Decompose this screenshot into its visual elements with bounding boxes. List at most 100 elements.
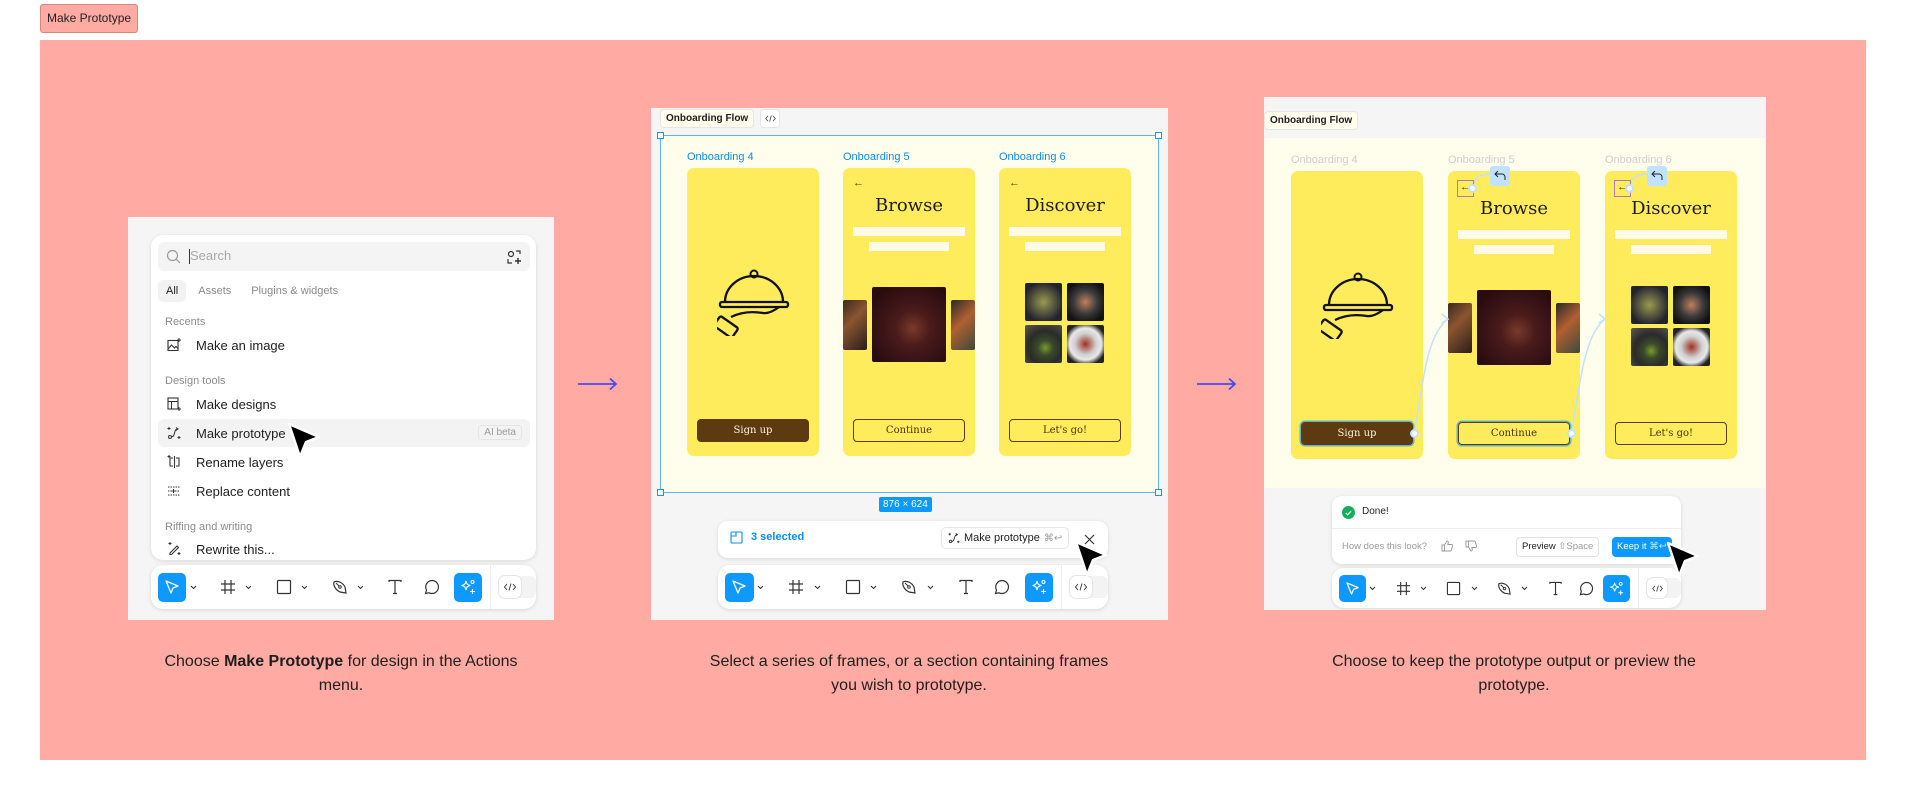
connection-node[interactable] [1567,429,1576,438]
chevron-down-icon[interactable] [754,585,768,590]
image-sparkle-icon [164,335,184,355]
menu-item-rename-layers[interactable]: Rename layers [158,448,530,476]
frame-label[interactable]: Onboarding 5 [843,151,910,163]
layout-sparkle-icon [164,394,184,414]
frame-tool-button[interactable] [214,573,242,602]
comment-tool-button[interactable] [1573,575,1600,602]
chevron-down-icon[interactable] [923,585,937,590]
resize-handle-br[interactable] [1155,489,1162,496]
comment-tool-button[interactable] [417,573,445,602]
resize-handle-tr[interactable] [1155,132,1162,139]
frame-label[interactable]: Onboarding 6 [999,151,1066,163]
shape-tool-button[interactable] [270,573,298,602]
section-riffing-writing: Riffing and writing [165,521,253,533]
sparkle-icon [461,580,475,594]
chevron-down-icon[interactable] [810,585,824,590]
dimensions-badge: 876 × 624 [879,497,932,512]
tab-all[interactable]: All [158,280,187,302]
actions-tool-button[interactable] [1024,572,1054,602]
chevron-down-icon[interactable] [1366,586,1380,591]
frame-onboarding-5[interactable]: ← Browse Continue [843,168,975,456]
frame-onboarding-6[interactable]: ← Discover Let's go! [999,168,1131,456]
chevron-down-icon[interactable] [867,585,881,590]
menu-item-replace-content[interactable]: Replace content [158,477,530,505]
back-interaction-badge[interactable] [1647,166,1667,186]
ai-beta-badge: AI beta [478,425,522,440]
thumbs-up-icon[interactable] [1441,540,1453,552]
keep-it-button[interactable]: Keep it ⌘↩ [1612,537,1672,557]
resize-handle-tl[interactable] [657,132,664,139]
frame-onboarding-4[interactable]: Sign up [687,168,819,456]
dev-code-chip[interactable] [760,109,780,128]
pen-tool-button[interactable] [325,573,353,602]
search-input[interactable]: Search [158,242,530,271]
connection-node[interactable] [1410,429,1419,438]
check-circle-icon [1342,506,1355,519]
menu-item-make-image[interactable]: Make an image [158,331,530,359]
pencil-sparkle-icon [164,539,184,559]
back-arrow-icon[interactable]: ← [1009,177,1020,189]
frame-tool-button[interactable] [1390,575,1417,602]
signup-button[interactable]: Sign up [697,419,809,442]
make-prototype-button[interactable]: Make prototype ⌘↩ [941,527,1070,549]
hash-frame-icon [220,580,235,594]
menu-item-label: Make designs [196,396,277,412]
step3-result-panel: Onboarding Flow Onboarding 4 Onboarding … [1264,97,1766,610]
frame-label[interactable]: Onboarding 4 [687,151,754,163]
text-tool-button[interactable] [951,573,980,602]
chevron-down-icon[interactable] [186,585,200,590]
menu-item-rewrite[interactable]: Rewrite this... [158,535,530,560]
move-tool-button[interactable] [1339,574,1366,602]
food-photo [1067,325,1104,363]
hash-frame-icon [788,580,803,594]
actions-tool-button[interactable] [1603,574,1631,602]
comment-tool-button[interactable] [988,573,1017,602]
back-arrow-icon[interactable]: ← [853,177,864,189]
pen-tool-button[interactable] [1491,575,1518,602]
chevron-down-icon[interactable] [1518,586,1532,591]
section-label[interactable]: Onboarding Flow [660,109,755,128]
feedback-question: How does this look? [1342,541,1428,552]
actions-tool-button[interactable] [453,572,482,602]
bottom-toolbar [718,565,1109,609]
chevron-down-icon[interactable] [298,585,312,590]
connection-node[interactable] [1625,184,1634,193]
chevron-down-icon[interactable] [1417,586,1431,591]
menu-item-label: Rewrite this... [196,541,275,557]
pen-nib-icon [332,580,347,594]
frame-tool-button[interactable] [782,573,811,602]
dev-mode-toggle[interactable] [1647,578,1682,598]
move-tool-button[interactable] [158,572,187,602]
chevron-down-icon[interactable] [242,585,256,590]
menu-item-label: Replace content [196,483,290,499]
food-photo [843,300,867,350]
preview-button[interactable]: Preview ⇧Space [1516,537,1600,557]
chevron-down-icon[interactable] [354,585,368,590]
make-prototype-tag[interactable]: Make Prototype [40,4,139,33]
connection-node[interactable] [1468,184,1477,193]
menu-item-make-designs[interactable]: Make designs [158,390,530,418]
tab-assets[interactable]: Assets [190,280,239,302]
resize-handle-bl[interactable] [657,489,664,496]
thumbs-down-icon[interactable] [1465,540,1477,552]
rectangle-icon [276,579,291,595]
food-photo-main [872,287,946,362]
shape-tool-button[interactable] [838,573,867,602]
search-icon [166,249,181,264]
pen-tool-button[interactable] [895,573,924,602]
back-interaction-badge[interactable] [1490,166,1510,186]
chevron-down-icon[interactable] [1467,586,1481,591]
menu-item-make-prototype[interactable]: Make prototype AI beta [158,419,530,447]
shape-tool-button[interactable] [1440,575,1467,602]
text-tool-button[interactable] [381,573,409,602]
dev-mode-toggle[interactable] [498,576,536,598]
lets-go-button[interactable]: Let's go! [1009,419,1121,442]
move-tool-button[interactable] [725,572,754,602]
food-photo [1025,283,1062,321]
text-tool-button[interactable] [1542,575,1569,602]
connection-noodle [1413,318,1449,434]
visual-search-icon[interactable] [506,249,522,265]
tab-plugins-widgets[interactable]: Plugins & widgets [243,280,346,302]
continue-button[interactable]: Continue [853,419,965,442]
bottom-toolbar [151,565,536,609]
